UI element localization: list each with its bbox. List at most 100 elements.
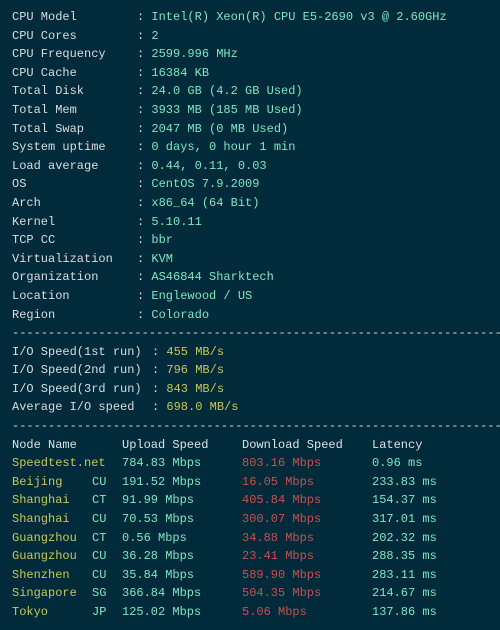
speedtest-row: ShanghaiCU70.53 Mbps300.07 Mbps317.01 ms bbox=[12, 510, 488, 529]
sysinfo-value: 5.10.11 bbox=[151, 215, 201, 229]
colon: : bbox=[152, 363, 166, 377]
colon: : bbox=[137, 289, 151, 303]
colon: : bbox=[137, 140, 151, 154]
upload-speed: 0.56 Mbps bbox=[122, 529, 242, 548]
colon: : bbox=[152, 345, 166, 359]
speedtest-row: GuangzhouCU36.28 Mbps23.41 Mbps288.35 ms bbox=[12, 547, 488, 566]
iospeed-row: I/O Speed(3rd run): 843 MB/s bbox=[12, 380, 488, 399]
node-name: Singapore bbox=[12, 584, 92, 603]
sysinfo-value: x86_64 (64 Bit) bbox=[151, 196, 259, 210]
sysinfo-value: Englewood / US bbox=[151, 289, 252, 303]
node-tag: SG bbox=[92, 584, 122, 603]
sysinfo-label: OS bbox=[12, 175, 137, 194]
colon: : bbox=[137, 196, 151, 210]
node-name: Guangzhou bbox=[12, 547, 92, 566]
colon: : bbox=[137, 122, 151, 136]
latency: 137.86 ms bbox=[372, 603, 437, 622]
iospeed-row: Average I/O speed : 698.0 MB/s bbox=[12, 398, 488, 417]
iospeed-value: 796 MB/s bbox=[166, 363, 224, 377]
terminal-output: CPU Model : Intel(R) Xeon(R) CPU E5-2690… bbox=[12, 8, 488, 622]
iospeed-row: I/O Speed(2nd run): 796 MB/s bbox=[12, 361, 488, 380]
sysinfo-row: CPU Cache : 16384 KB bbox=[12, 64, 488, 83]
upload-speed: 35.84 Mbps bbox=[122, 566, 242, 585]
colon: : bbox=[137, 270, 151, 284]
upload-speed: 366.84 Mbps bbox=[122, 584, 242, 603]
download-speed: 803.16 Mbps bbox=[242, 454, 372, 473]
col-upload: Upload Speed bbox=[122, 436, 242, 455]
node-tag: CU bbox=[92, 510, 122, 529]
sysinfo-row: Kernel : 5.10.11 bbox=[12, 213, 488, 232]
download-speed: 5.06 Mbps bbox=[242, 603, 372, 622]
sysinfo-label: Virtualization bbox=[12, 250, 137, 269]
speedtest-row: TokyoJP125.02 Mbps5.06 Mbps137.86 ms bbox=[12, 603, 488, 622]
iospeed-value: 698.0 MB/s bbox=[166, 400, 238, 414]
colon: : bbox=[137, 10, 151, 24]
upload-speed: 91.99 Mbps bbox=[122, 491, 242, 510]
sysinfo-row: Organization : AS46844 Sharktech bbox=[12, 268, 488, 287]
download-speed: 300.07 Mbps bbox=[242, 510, 372, 529]
sysinfo-value: 2 bbox=[151, 29, 158, 43]
colon: : bbox=[137, 29, 151, 43]
colon: : bbox=[137, 233, 151, 247]
upload-speed: 191.52 Mbps bbox=[122, 473, 242, 492]
download-speed: 34.88 Mbps bbox=[242, 529, 372, 548]
colon: : bbox=[137, 252, 151, 266]
sysinfo-label: Total Disk bbox=[12, 82, 137, 101]
sysinfo-row: System uptime : 0 days, 0 hour 1 min bbox=[12, 138, 488, 157]
sysinfo-value: Intel(R) Xeon(R) CPU E5-2690 v3 @ 2.60GH… bbox=[151, 10, 446, 24]
col-download: Download Speed bbox=[242, 436, 372, 455]
iospeed-label: I/O Speed(2nd run) bbox=[12, 361, 152, 380]
colon: : bbox=[137, 47, 151, 61]
iospeed-label: I/O Speed(1st run) bbox=[12, 343, 152, 362]
upload-speed: 784.83 Mbps bbox=[122, 454, 242, 473]
col-latency: Latency bbox=[372, 436, 422, 455]
node-name: Shanghai bbox=[12, 510, 92, 529]
node-name: Shanghai bbox=[12, 491, 92, 510]
colon: : bbox=[137, 177, 151, 191]
speedtest-row: GuangzhouCT0.56 Mbps34.88 Mbps202.32 ms bbox=[12, 529, 488, 548]
iospeed-label: Average I/O speed bbox=[12, 398, 152, 417]
latency: 288.35 ms bbox=[372, 547, 437, 566]
speedtest-row: Speedtest.net784.83 Mbps803.16 Mbps0.96 … bbox=[12, 454, 488, 473]
sysinfo-row: Total Disk : 24.0 GB (4.2 GB Used) bbox=[12, 82, 488, 101]
sysinfo-label: Kernel bbox=[12, 213, 137, 232]
sysinfo-row: Region : Colorado bbox=[12, 306, 488, 325]
sysinfo-value: 2047 MB (0 MB Used) bbox=[151, 122, 288, 136]
sysinfo-label: Load average bbox=[12, 157, 137, 176]
sysinfo-row: TCP CC : bbr bbox=[12, 231, 488, 250]
download-speed: 504.35 Mbps bbox=[242, 584, 372, 603]
node-tag: CU bbox=[92, 547, 122, 566]
node-tag: CT bbox=[92, 529, 122, 548]
colon: : bbox=[137, 84, 151, 98]
sysinfo-value: 0.44, 0.11, 0.03 bbox=[151, 159, 266, 173]
latency: 233.83 ms bbox=[372, 473, 437, 492]
sysinfo-label: Location bbox=[12, 287, 137, 306]
colon: : bbox=[137, 215, 151, 229]
node-name: Beijing bbox=[12, 473, 92, 492]
node-tag: CT bbox=[92, 491, 122, 510]
sysinfo-label: CPU Cache bbox=[12, 64, 137, 83]
sysinfo-label: Total Mem bbox=[12, 101, 137, 120]
speedtest-row: SingaporeSG366.84 Mbps504.35 Mbps214.67 … bbox=[12, 584, 488, 603]
colon: : bbox=[137, 103, 151, 117]
download-speed: 16.05 Mbps bbox=[242, 473, 372, 492]
iospeed-row: I/O Speed(1st run): 455 MB/s bbox=[12, 343, 488, 362]
colon: : bbox=[152, 382, 166, 396]
sysinfo-label: CPU Model bbox=[12, 8, 137, 27]
download-speed: 23.41 Mbps bbox=[242, 547, 372, 566]
colon: : bbox=[137, 308, 151, 322]
latency: 214.67 ms bbox=[372, 584, 437, 603]
divider: ----------------------------------------… bbox=[12, 324, 488, 343]
latency: 283.11 ms bbox=[372, 566, 437, 585]
sysinfo-value: 2599.996 MHz bbox=[151, 47, 237, 61]
sysinfo-row: CPU Cores : 2 bbox=[12, 27, 488, 46]
sysinfo-label: System uptime bbox=[12, 138, 137, 157]
node-name: Speedtest.net bbox=[12, 454, 122, 473]
sysinfo-row: Total Mem : 3933 MB (185 MB Used) bbox=[12, 101, 488, 120]
node-name: Tokyo bbox=[12, 603, 92, 622]
sysinfo-row: Virtualization : KVM bbox=[12, 250, 488, 269]
sysinfo-value: 3933 MB (185 MB Used) bbox=[151, 103, 302, 117]
iospeed-value: 455 MB/s bbox=[166, 345, 224, 359]
sysinfo-value: KVM bbox=[151, 252, 173, 266]
download-speed: 589.90 Mbps bbox=[242, 566, 372, 585]
